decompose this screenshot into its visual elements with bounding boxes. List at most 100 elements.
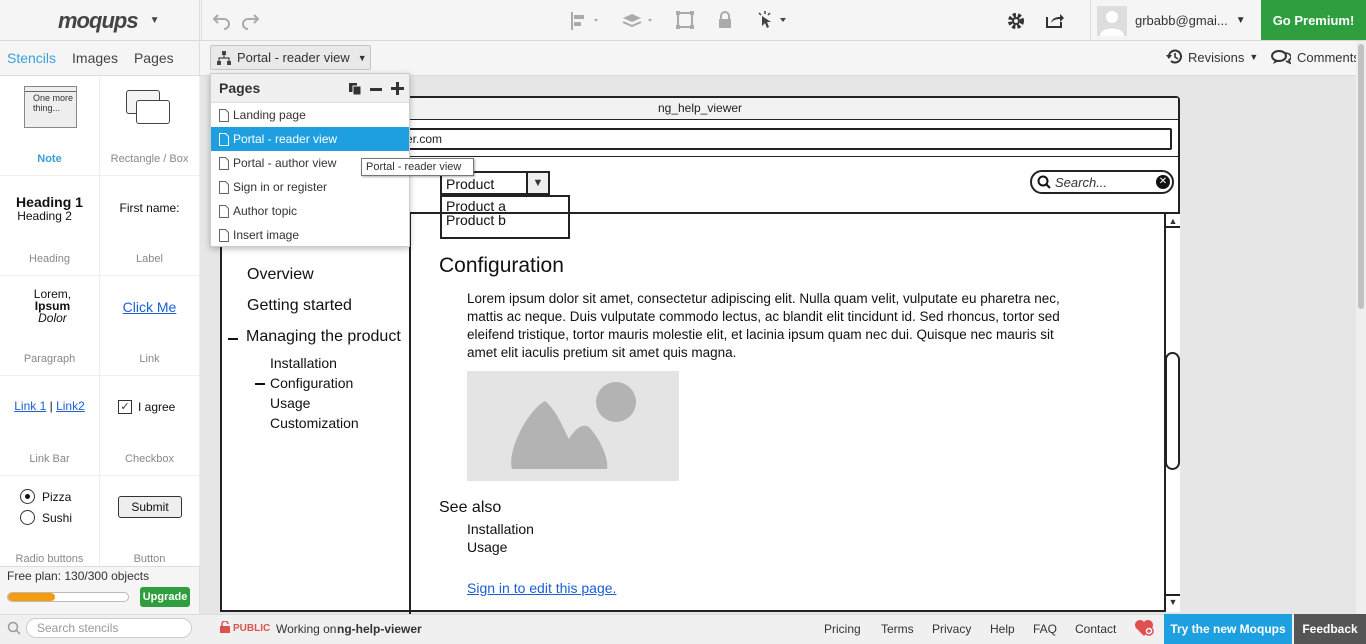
sitemap-icon	[217, 50, 231, 65]
sign-in-link[interactable]: Sign in to edit this page.	[467, 580, 616, 596]
comments-button[interactable]: Comments	[1271, 49, 1360, 65]
settings-gear-icon[interactable]	[1007, 12, 1025, 30]
footer-link-privacy[interactable]: Privacy	[932, 622, 971, 636]
footer-link-help[interactable]: Help	[990, 622, 1015, 636]
mockup-scroll-thumb[interactable]	[1165, 352, 1180, 470]
public-badge[interactable]: PUBLIC	[233, 623, 270, 634]
stencil-label[interactable]: First name: Label	[100, 176, 200, 276]
mockup-scrollbar[interactable]: ▲ ▼	[1164, 214, 1180, 612]
pages-menu-title: Pages	[219, 80, 261, 96]
duplicate-page-icon[interactable]	[349, 83, 361, 95]
feedback-button[interactable]: Feedback	[1294, 614, 1366, 644]
tab-pages[interactable]: Pages	[134, 50, 174, 66]
content-heading: Configuration	[439, 254, 564, 277]
align-icon[interactable]	[570, 12, 602, 30]
canvas-scrollbar-thumb[interactable]	[1358, 44, 1364, 309]
tab-stencils[interactable]: Stencils	[7, 50, 56, 66]
heart-icon[interactable]	[1134, 619, 1154, 637]
nav-subitem-customization[interactable]: Customization	[270, 415, 359, 431]
page-icon	[219, 228, 229, 242]
content-paragraph: Lorem ipsum dolor sit amet, consectetur …	[467, 290, 1107, 362]
upgrade-button[interactable]: Upgrade	[140, 587, 190, 607]
see-also-link[interactable]: Usage	[467, 539, 507, 555]
stencil-caption: Label	[136, 253, 163, 265]
stencil-caption: Link	[139, 353, 160, 365]
pages-menu-item[interactable]: Portal - reader view	[211, 127, 409, 151]
image-icon	[511, 382, 636, 469]
divider	[409, 212, 411, 614]
pages-menu-item-label: Author topic	[233, 204, 298, 218]
panel-tabs: Stencils Images Pages	[0, 41, 200, 76]
pages-menu-item[interactable]: Insert image	[211, 223, 409, 247]
pages-menu-item[interactable]: Landing page	[211, 103, 409, 127]
page-selector-button[interactable]: Portal - reader view ▼	[210, 45, 371, 70]
search-placeholder: Search...	[1055, 175, 1108, 190]
stencil-link-bar[interactable]: Link 1 | Link2 Link Bar	[0, 376, 100, 476]
heading2-preview: Heading 2	[17, 209, 72, 223]
nav-subitem-usage[interactable]: Usage	[270, 395, 310, 411]
try-new-moqups-button[interactable]: Try the new Moqups	[1164, 614, 1292, 644]
paragraph-line: mattis ac neque. Duis vulputate commodo …	[467, 309, 1060, 324]
pages-menu-item[interactable]: Sign in or register	[211, 175, 409, 199]
note-preview: One more thing...	[24, 86, 77, 128]
nav-item-overview[interactable]: Overview	[247, 266, 314, 284]
footer-link-contact[interactable]: Contact	[1075, 622, 1116, 636]
interaction-icon[interactable]	[756, 10, 790, 30]
stencil-heading[interactable]: Heading 1 Heading 2 Heading	[0, 176, 100, 276]
see-also-link[interactable]: Installation	[467, 521, 534, 537]
scroll-up-icon[interactable]: ▲	[1166, 214, 1180, 228]
avatar	[1097, 5, 1127, 36]
nav-item-getting-started[interactable]: Getting started	[247, 297, 352, 315]
undo-icon[interactable]	[212, 10, 232, 30]
remove-page-icon[interactable]	[370, 88, 382, 91]
frame-icon[interactable]	[676, 11, 694, 29]
stencil-link[interactable]: Click Me Link	[100, 276, 200, 376]
tab-images[interactable]: Images	[72, 50, 118, 66]
mockup-url-bar[interactable]: ver.com	[372, 128, 1172, 150]
paragraph-line: amet elit iaculis pretium sit amet quis …	[467, 345, 737, 360]
comments-icon	[1271, 49, 1291, 65]
radio-label: Sushi	[42, 511, 73, 525]
go-premium-button[interactable]: Go Premium!	[1261, 0, 1366, 40]
chevron-down-icon: ▼	[357, 52, 367, 63]
radio-icon	[20, 510, 35, 525]
pages-menu-item-label: Portal - author view	[233, 156, 337, 170]
footer-link-faq[interactable]: FAQ	[1033, 622, 1057, 636]
lock-icon[interactable]	[718, 11, 732, 29]
nav-item-managing-product[interactable]: Managing the product	[246, 328, 401, 346]
search-stencils-input[interactable]: Search stencils	[26, 618, 192, 638]
redo-icon[interactable]	[240, 10, 260, 30]
nav-subitem-configuration[interactable]: Configuration	[270, 375, 353, 391]
chevron-down-icon: ▼	[526, 171, 550, 195]
footer-link-pricing[interactable]: Pricing	[824, 622, 861, 636]
plan-progress-bar	[7, 592, 129, 602]
layers-icon[interactable]	[622, 12, 656, 30]
mockup-product-list[interactable]: Product a Product b	[440, 195, 570, 239]
stencil-note[interactable]: One more thing... Note	[0, 76, 100, 176]
nav-subitem-installation[interactable]: Installation	[270, 355, 337, 371]
see-also-heading: See also	[439, 499, 502, 516]
stencil-panel: One more thing... Note Rectangle / Box H…	[0, 76, 200, 576]
mockup-search-field[interactable]: Search... ✕	[1030, 170, 1174, 194]
footer-link-terms[interactable]: Terms	[881, 622, 914, 636]
share-icon[interactable]	[1045, 11, 1065, 29]
mockup-side-nav: Overview Getting started Managing the pr…	[222, 214, 409, 614]
app-logo-menu[interactable]: moqups ▼	[0, 0, 200, 41]
stencil-paragraph[interactable]: Lorem, Ipsum Dolor Paragraph	[0, 276, 100, 376]
pages-menu-item[interactable]: Author topic	[211, 199, 409, 223]
stencil-caption: Rectangle / Box	[110, 153, 189, 165]
product-select-value: Product	[446, 176, 495, 192]
plan-status: Free plan: 130/300 objects Upgrade	[0, 566, 200, 614]
stencil-rectangle[interactable]: Rectangle / Box	[100, 76, 200, 176]
scroll-down-icon[interactable]: ▼	[1166, 594, 1180, 608]
add-page-icon[interactable]	[391, 82, 404, 95]
product-option[interactable]: Product b	[446, 213, 568, 227]
user-menu[interactable]: grbabb@gmai... ▼	[1090, 0, 1260, 41]
search-icon	[7, 621, 21, 635]
product-option[interactable]: Product a	[446, 199, 568, 213]
heading1-preview: Heading 1	[16, 194, 83, 210]
stencil-radio-buttons[interactable]: Pizza Sushi Radio buttons	[0, 476, 100, 576]
stencil-button[interactable]: Submit Button	[100, 476, 200, 576]
revisions-button[interactable]: Revisions ▼	[1165, 49, 1258, 65]
stencil-checkbox[interactable]: ✓ I agree Checkbox	[100, 376, 200, 476]
